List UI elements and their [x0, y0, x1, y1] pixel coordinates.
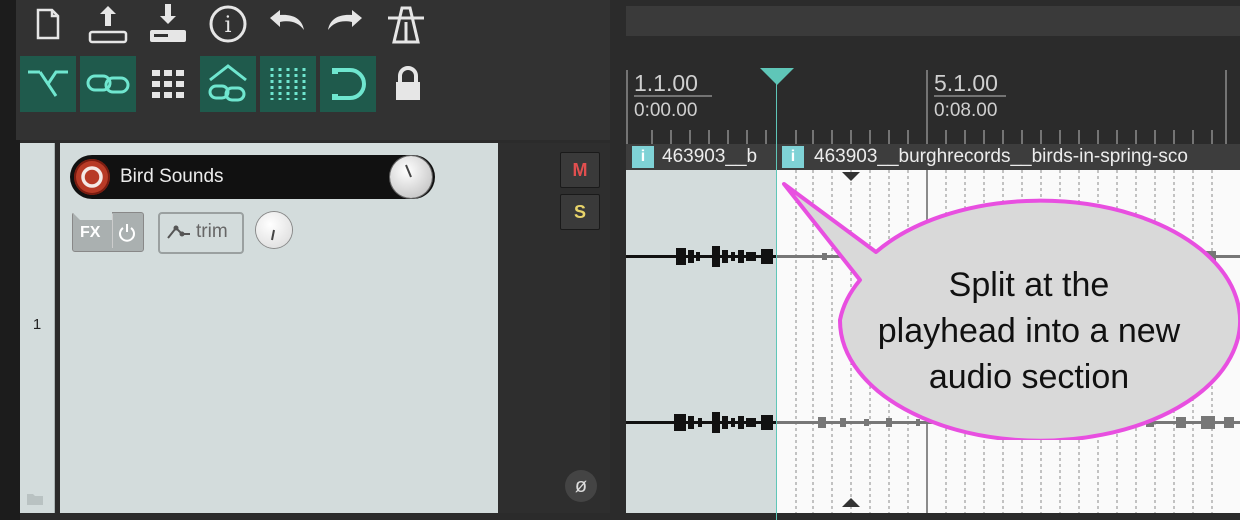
svg-text:i: i	[224, 13, 231, 38]
ruler-bar-label-2: 5.1.00	[934, 70, 998, 96]
callout-text: Split at the playhead into a new audio s…	[840, 262, 1218, 400]
item-info-icon[interactable]: i	[632, 146, 654, 168]
snap-grid-icon[interactable]	[260, 56, 316, 112]
solo-button[interactable]: S	[560, 194, 600, 230]
save-project-icon[interactable]	[144, 0, 192, 48]
item-info-icon-2[interactable]: i	[782, 146, 804, 168]
envelope-icon	[166, 222, 192, 242]
fade-handle-bottom[interactable]	[842, 498, 860, 508]
next-track-strip	[626, 513, 1240, 520]
transport-bar	[626, 6, 1240, 36]
redo-icon[interactable]	[322, 0, 370, 48]
ruler-time-label-2: 0:08.00	[934, 100, 998, 121]
envelope-link-icon[interactable]	[200, 56, 256, 112]
item-name-left[interactable]: 463903__b	[662, 146, 774, 168]
grid-icon[interactable]	[140, 56, 196, 112]
left-edge-strip	[0, 0, 16, 520]
phase-invert-icon[interactable]: ø	[565, 470, 597, 502]
item-name-right[interactable]: 463903__burghrecords__birds-in-spring-sc…	[814, 146, 1240, 168]
mute-button[interactable]: M	[560, 152, 600, 188]
item-grouping-icon[interactable]	[80, 56, 136, 112]
playhead-marker-icon[interactable]	[760, 68, 794, 86]
callout-line-2: playhead into a new	[877, 312, 1181, 350]
new-project-icon[interactable]	[24, 0, 72, 48]
track-name[interactable]: Bird Sounds	[120, 166, 224, 188]
playhead-line	[776, 70, 777, 520]
fx-label: FX	[80, 224, 101, 241]
open-project-icon[interactable]	[84, 0, 132, 48]
undo-icon[interactable]	[262, 0, 310, 48]
ruler-time-label-1: 0:00.00	[634, 100, 698, 121]
loop-repeat-icon[interactable]	[320, 56, 376, 112]
lock-icon[interactable]	[380, 56, 436, 112]
ruler-bar-label-1: 1.1.00	[634, 70, 698, 96]
trim-label: trim	[196, 221, 228, 242]
record-arm-button[interactable]	[74, 159, 110, 195]
callout-line-3: audio section	[928, 358, 1130, 396]
ripple-edit-icon[interactable]	[20, 56, 76, 112]
fx-bypass-icon[interactable]	[116, 221, 138, 243]
volume-knob[interactable]	[390, 156, 432, 198]
folder-icon[interactable]	[26, 492, 44, 506]
info-icon[interactable]: i	[204, 0, 252, 48]
pan-knob[interactable]	[256, 212, 292, 248]
fx-divider	[112, 214, 113, 248]
track-number: 1	[32, 316, 42, 333]
metronome-icon[interactable]	[382, 0, 430, 48]
timeline-ruler[interactable]: 1.1.00 0:00.00 5.1.00 0:08.00	[626, 70, 1240, 144]
callout-line-1: Split at the	[948, 266, 1110, 304]
